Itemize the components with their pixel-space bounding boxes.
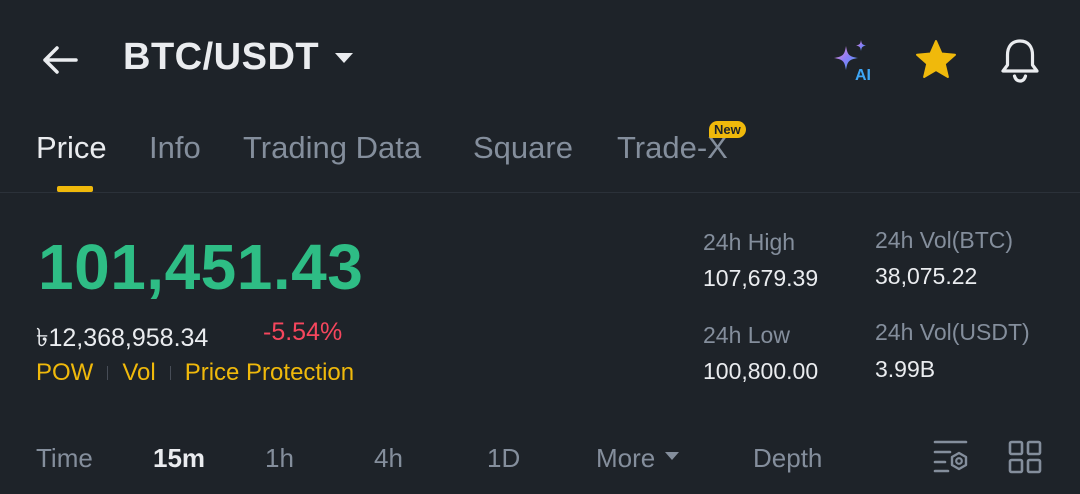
tab-info[interactable]: Info — [149, 130, 201, 166]
interval-1d[interactable]: 1D — [487, 443, 520, 474]
tag-separator — [169, 366, 171, 380]
interval-more[interactable]: More — [596, 443, 680, 474]
bell-icon[interactable] — [997, 36, 1043, 84]
high-value: 107,679.39 — [703, 265, 819, 291]
tab-trading-data[interactable]: Trading Data — [243, 130, 421, 166]
interval-1h[interactable]: 1h — [265, 443, 294, 474]
fiat-price: ৳12,368,958.34 — [36, 324, 209, 352]
chevron-down-icon — [665, 452, 680, 461]
back-arrow-icon[interactable] — [40, 40, 80, 80]
low-value: 100,800.00 — [703, 358, 819, 384]
tab-divider — [0, 192, 1080, 193]
ai-sparkle-icon[interactable]: AI — [830, 38, 878, 82]
star-icon[interactable] — [912, 38, 960, 82]
pair-selector[interactable]: BTC/USDT — [123, 36, 354, 79]
tag-row: POW Vol Price Protection — [36, 359, 354, 387]
tag-pow[interactable]: POW — [36, 359, 93, 387]
vol-base-value: 38,075.22 — [875, 263, 978, 289]
layout-grid-icon[interactable] — [1008, 440, 1042, 474]
chart-settings-icon[interactable] — [932, 438, 970, 474]
vol-quote-label: 24h Vol(USDT) — [875, 319, 1030, 345]
ai-label: AI — [855, 67, 871, 82]
interval-15m[interactable]: 15m — [153, 443, 205, 474]
interval-time[interactable]: Time — [36, 443, 93, 474]
tag-vol[interactable]: Vol — [122, 359, 155, 387]
last-price: 101,451.43 — [38, 231, 364, 303]
price-change-percent: -5.54% — [263, 318, 343, 346]
tag-separator — [107, 366, 109, 380]
new-badge: New — [709, 121, 746, 138]
low-label: 24h Low — [703, 322, 790, 348]
chevron-down-icon — [335, 52, 354, 63]
vol-base-label: 24h Vol(BTC) — [875, 227, 1014, 253]
tag-price-protection[interactable]: Price Protection — [185, 359, 354, 387]
pair-title: BTC/USDT — [123, 36, 320, 78]
tab-square[interactable]: Square — [473, 130, 573, 166]
high-label: 24h High — [703, 229, 796, 255]
more-label: More — [596, 443, 656, 473]
interval-4h[interactable]: 4h — [374, 443, 403, 474]
vol-quote-value: 3.99B — [875, 356, 936, 382]
depth-tab[interactable]: Depth — [753, 443, 822, 474]
tab-price[interactable]: Price — [36, 130, 107, 166]
